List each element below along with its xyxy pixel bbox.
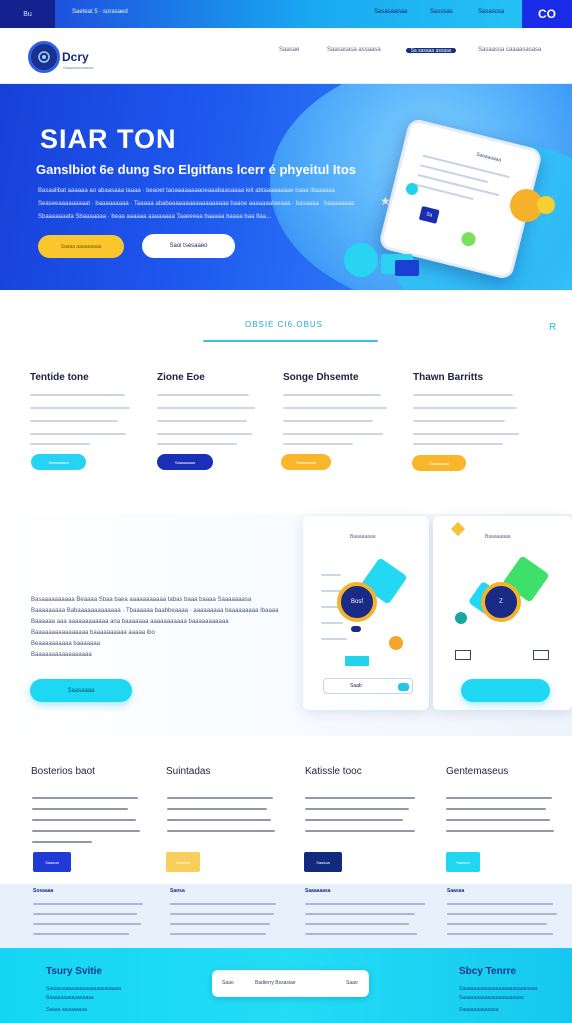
main-nav: Dcry Saasssasaaasoa Saasae Saasasasa ass… bbox=[0, 28, 572, 84]
badge-icon: Z bbox=[481, 582, 521, 622]
top-link-3[interactable]: Sasasosa bbox=[478, 9, 504, 15]
input-action-icon[interactable] bbox=[398, 683, 409, 691]
panel-title: Baaaaaaaa bbox=[350, 534, 376, 540]
teal-dot-icon bbox=[455, 612, 467, 624]
footer-form-center[interactable]: Badterry Bssasiae bbox=[255, 980, 296, 986]
showcase-button[interactable]: Saasaaaa bbox=[30, 679, 132, 702]
showcase-text-line: Baaaaaa aaa aaaaaaaaaaaa ana baaaaaaa aa… bbox=[31, 619, 229, 625]
features-divider bbox=[203, 340, 378, 342]
feature-button[interactable]: Saasaaaaa bbox=[412, 455, 466, 471]
footer-left-line: Baaaaaaaaaaaaaaaa bbox=[46, 995, 94, 1001]
nav-link-4[interactable]: Sasaassa caaaasasasa bbox=[478, 47, 541, 53]
top-link-2[interactable]: Sasssas bbox=[430, 9, 453, 15]
footer-right-line: Saaaaaaaaaaaaa bbox=[459, 1007, 499, 1013]
features-side-mark: R bbox=[549, 322, 557, 333]
hero-text-line: Seaseeaaaaaaaaat · baaaaaaaaa · Taaaaa a… bbox=[38, 201, 355, 207]
hero-text-line: Sbaaaaaaata Sbaaaaaaa · beaa aaaaaa aaaa… bbox=[38, 214, 272, 220]
hero-primary-button[interactable]: Saaaa aaaaaaaaa bbox=[38, 235, 124, 258]
footer-form-right[interactable]: Saao bbox=[346, 980, 358, 986]
small-dot-icon bbox=[351, 626, 361, 632]
footer-right-title: Sbcy Tenrre bbox=[459, 966, 517, 977]
tablet-title: Saaaaaaaa bbox=[475, 151, 502, 164]
tablet-dot-icon bbox=[460, 230, 478, 248]
strip-heading: Saosa bbox=[170, 888, 185, 894]
feature-button[interactable]: Saasaaaaa bbox=[157, 454, 213, 470]
footer-right-line: Saaaaaaaaaaaaaaaaaaaaaa bbox=[459, 995, 524, 1001]
blue-card-icon bbox=[395, 260, 419, 276]
column-button[interactable]: Saasoa bbox=[304, 852, 342, 872]
footer-left-line: Saaaa aaaaaaaaa bbox=[46, 1007, 87, 1013]
feature-button[interactable]: Saasaaaaa bbox=[281, 454, 331, 470]
hero-section: SIAR TON Ganslbiot 6e dung Sro Elgitfans… bbox=[0, 84, 572, 290]
feature-card-title: Thawn Barritts bbox=[413, 372, 484, 383]
showcase-text-line: Basaaaaaaaaaa Beaaaa Sbaa baea aaaaaaaaa… bbox=[31, 597, 252, 603]
cyan-chip-icon bbox=[345, 656, 369, 666]
column-button[interactable]: Saasoa bbox=[446, 852, 480, 872]
showcase-text-line: Baaaaaaaaa Babaaaaaaaaaaaaa · Tbaaaaaa b… bbox=[31, 608, 279, 614]
hero-secondary-button[interactable]: Saoi tsesaaeo bbox=[142, 234, 235, 258]
column-title: Katissle tooc bbox=[305, 766, 362, 777]
footer-right-line: Saaaaaaaaaaaaaaaaaaaaaaaaaaa bbox=[459, 986, 538, 992]
column-title: Suintadas bbox=[166, 766, 211, 777]
features-heading: OBSIE CI6.OBUS bbox=[245, 320, 324, 329]
column-button[interactable]: Saasoa bbox=[33, 852, 71, 872]
orange-dot-icon bbox=[389, 636, 403, 650]
top-promo-text: Saeteat 5 · sorasaed bbox=[72, 9, 128, 15]
showcase-text-line: Beaaaaaaaaaa baaaaaaa bbox=[31, 641, 101, 647]
mini-card-icon bbox=[455, 650, 471, 660]
yellow-diamond-icon bbox=[450, 521, 466, 537]
nav-link-active-label: Sa sasaaa assaas bbox=[410, 47, 452, 54]
showcase-right-button[interactable] bbox=[461, 679, 550, 702]
strip-heading: Saasaa bbox=[447, 888, 465, 894]
hero-title: SIAR TON bbox=[40, 124, 177, 154]
feature-card-title: Zione Eoe bbox=[157, 372, 205, 383]
nav-link-1[interactable]: Saasae bbox=[279, 47, 299, 53]
nav-link-2[interactable]: Saasasasa assaasa bbox=[327, 47, 381, 53]
showcase-text-line: Baaaaaaaaaaaaaaaaa bbox=[31, 652, 92, 658]
mini-card-icon bbox=[533, 650, 549, 660]
showcase-text-line: Baaaaaaaaaaaaaaaa baaaaaaaaaa aaaaa ibo bbox=[31, 630, 155, 636]
top-cta-button[interactable]: CO bbox=[522, 0, 572, 28]
footer-left-line: Saaaasaaaaaaaaaaaaaasaaaaaa bbox=[46, 986, 122, 992]
top-logo[interactable]: Bu bbox=[0, 0, 55, 28]
footer-left-title: Tsury Svitie bbox=[46, 966, 102, 977]
coin-icon bbox=[537, 196, 555, 214]
brand-name[interactable]: Dcry bbox=[62, 50, 89, 64]
info-strip bbox=[0, 884, 572, 948]
column-button[interactable]: Saasoa bbox=[166, 852, 200, 872]
top-bar: Bu Saeteat 5 · sorasaed Sasasaanaa Sasss… bbox=[0, 0, 572, 28]
tablet-row bbox=[417, 173, 500, 197]
column-title: Bosterios baot bbox=[31, 766, 95, 777]
column-title: Gentemaseus bbox=[446, 766, 509, 777]
feature-card-title: Tentide tone bbox=[30, 372, 89, 383]
hero-text-line: Basaalibat aaaaaa ao abaasaaa taaaa · be… bbox=[38, 188, 335, 194]
cyan-circle-icon bbox=[344, 243, 378, 277]
strip-heading: Saaaaaasa bbox=[305, 888, 331, 894]
hero-subtitle: Ganslbiot 6e dung Sro Elgitfans lcerr é … bbox=[36, 162, 356, 177]
nav-link-active[interactable]: Sa sasaaa assaas bbox=[406, 47, 456, 54]
top-link-1[interactable]: Sasasaanaa bbox=[374, 9, 407, 15]
tablet-row bbox=[419, 164, 489, 184]
badge-icon: Bosf bbox=[337, 582, 377, 622]
footer-form[interactable]: Saao Badterry Bssasiae Saao bbox=[212, 970, 369, 997]
panel-title: Baaaaaaaa bbox=[485, 534, 511, 540]
feature-button[interactable]: Saasaaaaa bbox=[31, 454, 86, 470]
feature-card-title: Songe Dhsemte bbox=[283, 372, 359, 383]
strip-heading: Sosaaaa bbox=[33, 888, 54, 894]
brand-tagline: Saasssasaaasoa bbox=[63, 65, 94, 70]
footer-form-left[interactable]: Saao bbox=[222, 980, 234, 986]
tablet-chip: Sa bbox=[418, 205, 440, 224]
brand-logo-icon[interactable] bbox=[28, 41, 60, 73]
